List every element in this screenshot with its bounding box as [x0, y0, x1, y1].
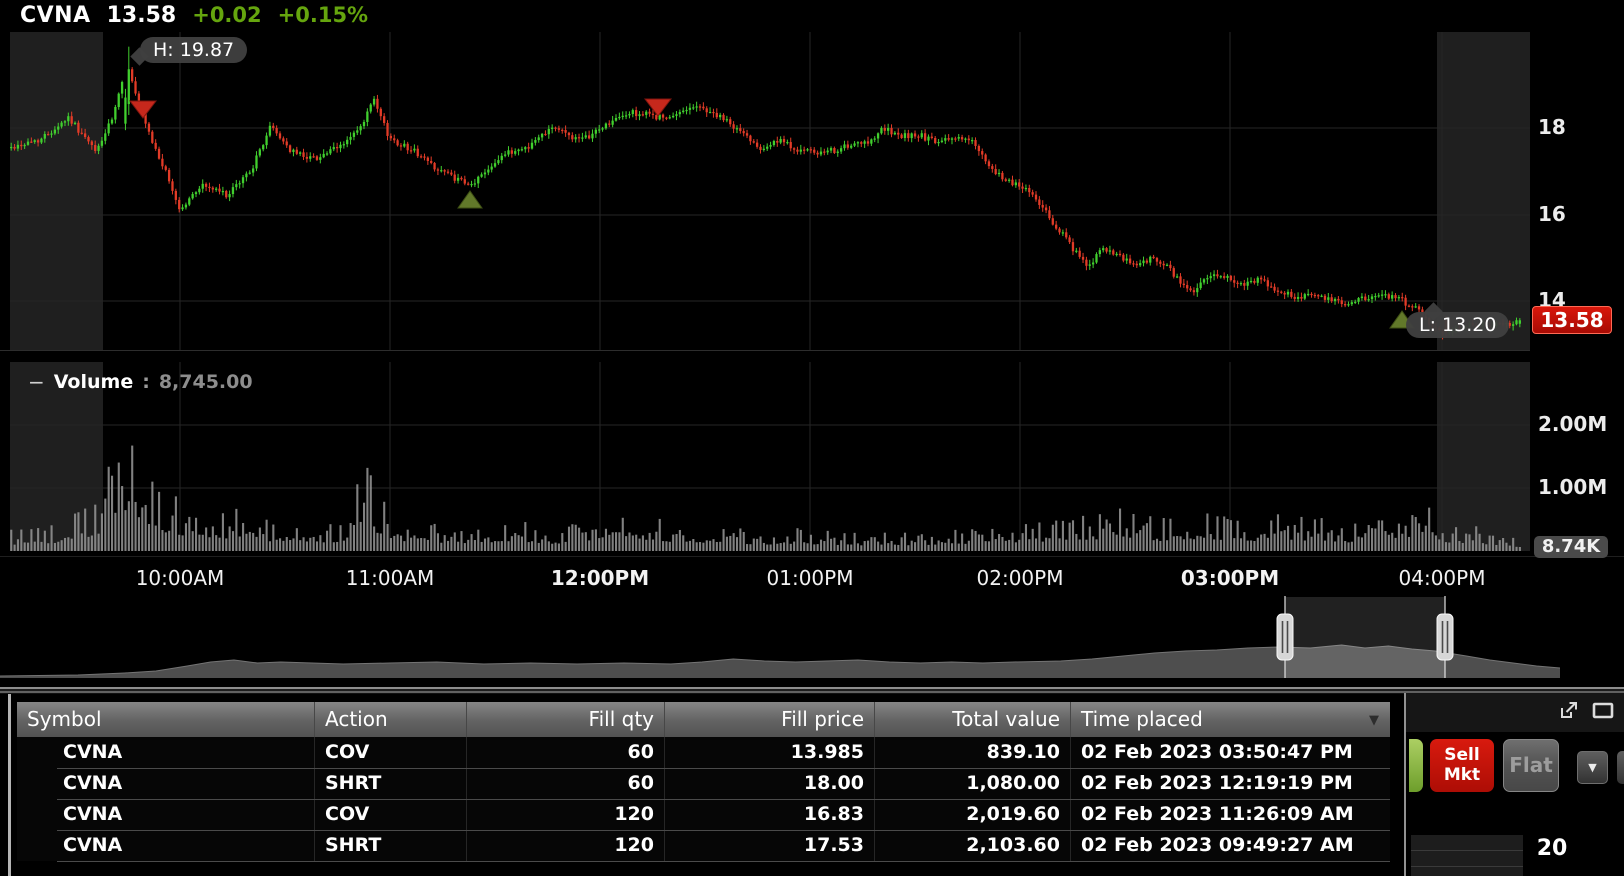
- collapse-pane-icon[interactable]: −: [28, 370, 45, 394]
- cell-symbol: CVNA: [17, 737, 315, 768]
- buy-fill-marker: [457, 190, 483, 209]
- ladder-size-value: 20: [1536, 836, 1568, 861]
- sell-mkt-button[interactable]: Sell Mkt: [1430, 739, 1494, 792]
- cell-symbol: CVNA: [17, 768, 315, 799]
- time-axis-tick: 03:00PM: [1180, 566, 1280, 590]
- cell-action: COV: [315, 737, 467, 768]
- cell-fill_qty: 120: [467, 830, 665, 861]
- sell-fill-marker: [128, 100, 158, 119]
- high-tooltip: H: 19.87: [140, 37, 248, 63]
- price-axis-tick: 16: [1538, 202, 1566, 226]
- cell-fill_price: 13.985: [665, 737, 875, 768]
- time-axis-tick: 12:00PM: [550, 566, 650, 590]
- fills-table-header: Symbol Action Fill qty Fill price Total …: [17, 702, 1390, 737]
- cell-time_placed: 02 Feb 2023 09:49:27 AM: [1081, 834, 1354, 856]
- cell-action: COV: [315, 799, 467, 830]
- maximize-icon[interactable]: [1592, 701, 1614, 724]
- clipped-button-partial[interactable]: [1617, 751, 1624, 784]
- cell-symbol: CVNA: [17, 799, 315, 830]
- panel-divider: [0, 687, 1624, 694]
- ladder-row[interactable]: [1411, 851, 1523, 867]
- sell-mkt-button-line2: Mkt: [1443, 765, 1481, 785]
- cell-time_placed: 02 Feb 2023 11:26:09 AM: [1081, 803, 1354, 825]
- time-axis-tick: 10:00AM: [135, 566, 225, 590]
- cell-fill_qty: 120: [467, 799, 665, 830]
- table-header-caret-icon[interactable]: ▼: [1369, 713, 1379, 728]
- volume-legend: − Volume : 8,745.00: [28, 370, 253, 394]
- volume-legend-label: Volume: [53, 371, 134, 393]
- cell-fill_price: 17.53: [665, 830, 875, 861]
- row-separator: [57, 830, 1390, 831]
- col-header-time-placed[interactable]: Time placed: [1071, 702, 1390, 737]
- price-ladder[interactable]: [1411, 835, 1523, 876]
- time-axis-tick: 02:00PM: [976, 566, 1064, 590]
- col-header-symbol[interactable]: Symbol: [17, 702, 315, 737]
- cell-symbol: CVNA: [17, 830, 315, 861]
- navigator-handle[interactable]: [1436, 613, 1454, 661]
- cell-total_value: 839.10: [875, 737, 1071, 768]
- col-header-fill-qty[interactable]: Fill qty: [467, 702, 665, 737]
- low-tooltip: L: 13.20: [1406, 312, 1510, 338]
- flat-button[interactable]: Flat: [1503, 739, 1559, 792]
- cell-fill_price: 18.00: [665, 768, 875, 799]
- volume-legend-value: 8,745.00: [158, 371, 253, 393]
- time-axis-tick: 11:00AM: [345, 566, 435, 590]
- col-header-action[interactable]: Action: [315, 702, 467, 737]
- cell-time_placed: 02 Feb 2023 12:19:19 PM: [1081, 772, 1353, 794]
- current-volume-badge: 8.74K: [1534, 536, 1608, 558]
- volume-axis-tick: 2.00M: [1538, 412, 1608, 436]
- row-separator: [57, 799, 1390, 800]
- row-separator: [57, 768, 1390, 769]
- cell-fill_qty: 60: [467, 768, 665, 799]
- cell-time_placed: 02 Feb 2023 03:50:47 PM: [1081, 741, 1353, 763]
- navigator-handle[interactable]: [1276, 613, 1294, 661]
- time-axis-tick: 04:00PM: [1398, 566, 1486, 590]
- cell-fill_price: 16.83: [665, 799, 875, 830]
- col-header-fill-price[interactable]: Fill price: [665, 702, 875, 737]
- fills-table-row[interactable]: CVNA SHRT 120 17.53 2,103.60 02 Feb 2023 09:4…: [17, 830, 1390, 861]
- cell-total_value: 1,080.00: [875, 768, 1071, 799]
- volume-legend-separator: :: [142, 371, 150, 393]
- price-axis-tick: 18: [1538, 115, 1566, 139]
- bottom-panel-left-edge: [8, 694, 11, 876]
- ladder-row[interactable]: [1411, 835, 1523, 851]
- chevron-down-icon: ▼: [1588, 761, 1597, 774]
- cell-fill_qty: 60: [467, 737, 665, 768]
- buy-mkt-button-partial[interactable]: [1409, 739, 1423, 792]
- last-price-badge: 13.58: [1532, 306, 1612, 334]
- order-type-dropdown[interactable]: ▼: [1577, 751, 1608, 784]
- cell-action: SHRT: [315, 768, 467, 799]
- time-axis-tick: 01:00PM: [766, 566, 854, 590]
- sell-mkt-button-line1: Sell: [1444, 745, 1480, 765]
- trading-app: CVNA 13.58 +0.02 +0.15% H: 19.87 L: 13.2…: [0, 0, 1624, 876]
- fills-table-row[interactable]: CVNA SHRT 60 18.00 1,080.00 02 Feb 2023 12:19…: [17, 768, 1390, 799]
- cell-action: SHRT: [315, 830, 467, 861]
- open-in-window-icon[interactable]: [1559, 701, 1579, 724]
- fills-table: Symbol Action Fill qty Fill price Total …: [17, 702, 1390, 861]
- volume-axis-tick: 1.00M: [1538, 475, 1608, 499]
- col-header-total-value[interactable]: Total value: [875, 702, 1071, 737]
- cell-total_value: 2,103.60: [875, 830, 1071, 861]
- cell-total_value: 2,019.60: [875, 799, 1071, 830]
- row-separator: [57, 861, 1390, 862]
- fills-table-row[interactable]: CVNA COV 120 16.83 2,019.60 02 Feb 2023 11:26…: [17, 799, 1390, 830]
- fills-table-row[interactable]: CVNA COV 60 13.985 839.10 02 Feb 2023 03:50:4…: [17, 737, 1390, 768]
- order-panel-titlebar: [1406, 693, 1624, 732]
